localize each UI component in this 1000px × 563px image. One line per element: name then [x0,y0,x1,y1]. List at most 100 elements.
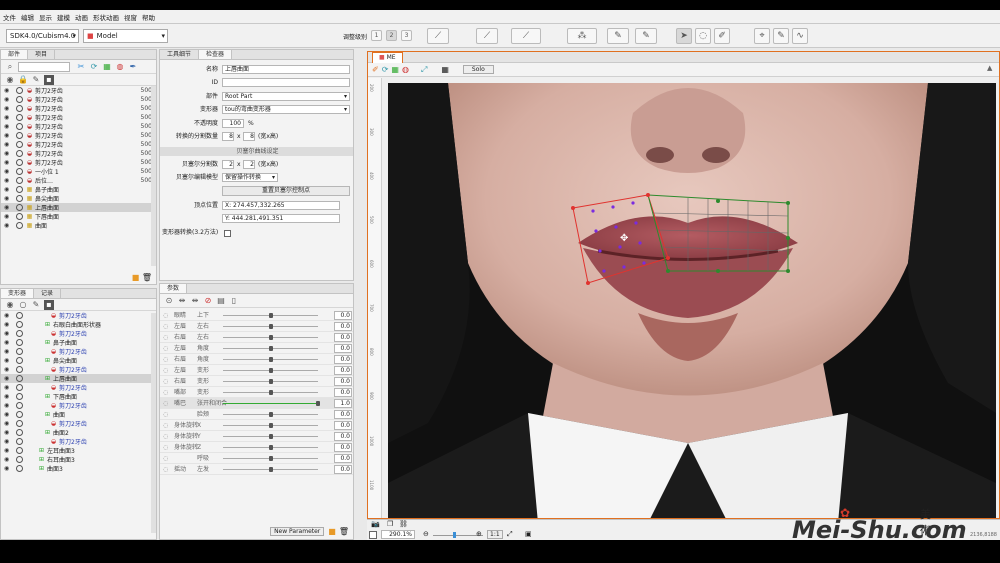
eye-icon[interactable]: ◉ [4,159,13,166]
weight-level-2-button[interactable]: 2 [386,30,397,41]
list-item[interactable]: ◉ ◒ 剪刀2牙齿 500 [1,149,156,158]
eye-icon[interactable]: ◉ [4,114,13,121]
param-value-field[interactable]: 0.0 [334,454,352,463]
param-value-field[interactable]: 0.0 [334,322,352,331]
bezier-x-field[interactable]: 2 [222,160,234,169]
list-item[interactable]: ◉ ◒ 后位… 500 [1,176,156,185]
layout-icon[interactable]: ▦ [441,65,449,74]
eye-icon[interactable]: ◉ [4,312,13,319]
parameter-row[interactable]: ◌ 身体旋转 Y 0.0 [160,431,353,442]
lock-toggle[interactable] [16,177,23,184]
add-key-icon[interactable]: ⇹ [177,296,187,306]
menu-item[interactable]: 帮助 [142,12,155,22]
param-key-icon[interactable]: ◌ [163,332,168,343]
lock-toggle[interactable] [16,114,23,121]
param-slider-knob[interactable] [268,445,273,450]
copy-icon[interactable]: ❐ [387,520,393,528]
pin-icon[interactable]: ⌖ [754,28,770,44]
eye-icon[interactable]: ◉ [4,402,13,409]
eye-icon[interactable]: ◉ [4,429,13,436]
deformer-tool-3-icon[interactable]: ⟋ [511,28,541,44]
parameter-row[interactable]: ◌ 嘴部 变形 0.0 [160,387,353,398]
tree-item[interactable]: ◉ ◒ 剪刀2牙齿 [1,437,156,446]
param-slider-knob[interactable] [268,390,273,395]
mode-select[interactable]: ■ Model ▾ [83,29,168,43]
lock-toggle[interactable] [16,195,23,202]
eye-icon[interactable]: ◉ [4,204,13,211]
weight-level-3-button[interactable]: 3 [401,30,412,41]
param-key-icon[interactable]: ◌ [163,343,168,354]
pen-icon[interactable]: ✒ [128,62,138,72]
parameter-row[interactable]: ◌ 眼睛 上下 0.0 [160,310,353,321]
eye-icon[interactable]: ◉ [4,132,13,139]
glue-tool-icon[interactable]: ✎ [635,28,657,44]
eye-icon[interactable]: ◉ [4,438,13,445]
eye-icon[interactable]: ◉ [4,357,13,364]
param-value-field[interactable]: 0.0 [334,366,352,375]
list-item[interactable]: ◉ ▦ 下唇曲面 [1,212,156,221]
zoom-field[interactable]: 290.1% [381,530,415,539]
eye-icon[interactable]: ◉ [4,447,13,454]
lock-toggle[interactable] [16,132,23,139]
pen-tool-icon[interactable]: ✐ [372,65,379,74]
list-item[interactable]: ◉ ◒ 剪刀2牙齿 500 [1,131,156,140]
tree-item[interactable]: ◉ ⊞ 曲面 [1,410,156,419]
param-slider-knob[interactable] [268,379,273,384]
lock-toggle[interactable] [16,411,23,418]
grid-icon[interactable]: ▦ [102,62,112,72]
actual-size-button[interactable]: 1:1 [487,530,503,539]
list-item[interactable]: ◉ ▦ 鼻子曲面 [1,185,156,194]
tab[interactable]: 检查器 [199,50,233,59]
weight-level-1-button[interactable]: 1 [371,30,382,41]
menu-item[interactable]: 文件 [3,12,16,22]
bezier-mode-select[interactable]: 保留操作转换 ▾ [222,173,278,182]
deform-convert-checkbox[interactable] [224,230,231,237]
list-item[interactable]: ◉ ◒ 剪刀2牙齿 500 [1,140,156,149]
menu-item[interactable]: 显示 [39,12,52,22]
param-value-field[interactable]: 0.0 [334,421,352,430]
eye-icon[interactable]: ◉ [4,96,13,103]
deformer-select[interactable]: tou的弯曲变形器 ▾ [222,105,350,114]
lock-toggle[interactable] [16,393,23,400]
tree-item[interactable]: ◉ ⊞ 曲面2 [1,428,156,437]
param-key-icon[interactable]: ◌ [163,310,168,321]
lock-toggle[interactable] [16,357,23,364]
list-item[interactable]: ◉ ◒ 剪刀2牙齿 500 [1,158,156,167]
parameter-row[interactable]: ◌ 脸颊 0.0 [160,409,353,420]
tree-item[interactable]: ◉ ◒ 剪刀2牙齿 [1,365,156,374]
menu-item[interactable]: 形状动画 [93,12,119,22]
param-slider-knob[interactable] [268,357,273,362]
param-value-field[interactable]: 0.0 [334,377,352,386]
param-key-icon[interactable]: ◌ [163,365,168,376]
parameter-row[interactable]: ◌ 嘴巴 张开和闭合 1.0 [160,398,353,409]
list-item[interactable]: ◉ ▦ 鼻尖曲面 [1,194,156,203]
menu-item[interactable]: 动画 [75,12,88,22]
viewer-tab-me[interactable]: ■ ME [372,52,403,63]
param-key-icon[interactable]: ◌ [163,387,168,398]
opacity-field[interactable]: 100 [222,119,244,128]
brush-select-icon[interactable]: ✐ [714,28,730,44]
lock-toggle[interactable] [16,312,23,319]
tree-item[interactable]: ◉ ⊞ 鼻尖曲面 [1,356,156,365]
parameter-row[interactable]: ◌ 左眉 变形 0.0 [160,365,353,376]
param-key-icon[interactable]: ◌ [163,431,168,442]
refresh-icon[interactable]: ⟳ [89,62,99,72]
lock-toggle[interactable] [16,213,23,220]
model-viewer[interactable]: ■ ME ✐ ⟳ ▦ ◍ ⤢ ▦ Solo 200 300 400 500 600 700… [367,51,1000,519]
param-slider-knob[interactable] [268,313,273,318]
new-parameter-button[interactable]: New Parameter [270,527,325,536]
deformer-tool-1-icon[interactable]: ⟋ [427,28,449,44]
param-slider-knob[interactable] [268,335,273,340]
list-item[interactable]: ◉ ◒ 剪刀2牙齿 500 [1,122,156,131]
eye-icon[interactable]: ◉ [4,321,13,328]
lock-toggle[interactable] [16,447,23,454]
parameter-row[interactable]: ◌ 右眉 左右 0.0 [160,332,353,343]
tree-item[interactable]: ◉ ◒ 剪刀2牙齿 [1,419,156,428]
lock-toggle[interactable] [16,87,23,94]
param-slider-knob[interactable] [268,346,273,351]
lock-toggle[interactable] [16,420,23,427]
list-item[interactable]: ◉ ◒ 剪刀2牙齿 500 [1,86,156,95]
tab[interactable]: 变形器 [1,289,35,298]
trash-icon[interactable]: 🗑 [339,527,349,536]
camera-icon[interactable]: 📷 [371,520,380,528]
